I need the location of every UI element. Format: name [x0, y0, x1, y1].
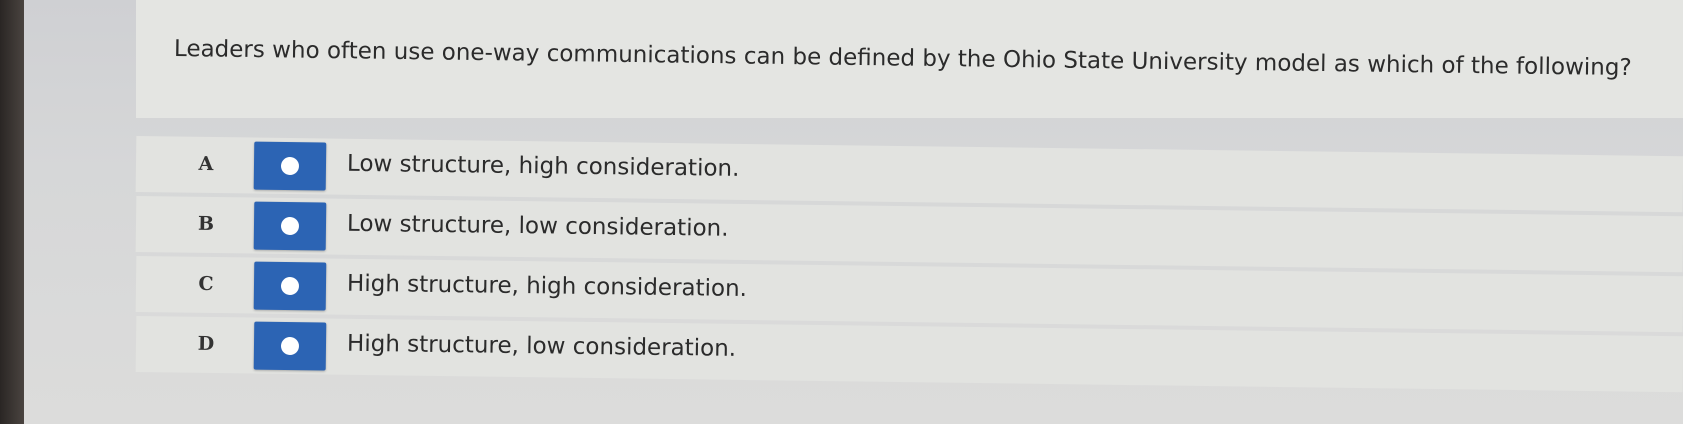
radio-dot-icon [280, 276, 300, 296]
option-letter: C [198, 272, 214, 296]
radio-button-d[interactable] [253, 321, 327, 371]
radio-dot-icon [280, 156, 300, 176]
radio-button-b[interactable] [253, 201, 327, 251]
option-text: Low structure, high consideration. [346, 150, 740, 182]
radio-dot-icon [280, 216, 300, 236]
option-letter: D [197, 332, 215, 356]
option-text: Low structure, low consideration. [346, 210, 729, 242]
quiz-screen: Leaders who often use one-way communicat… [24, 0, 1683, 424]
device-bezel [0, 0, 24, 424]
option-letter: B [197, 212, 215, 236]
radio-button-c[interactable] [253, 261, 327, 311]
radio-button-a[interactable] [253, 141, 327, 191]
radio-dot-icon [280, 336, 300, 356]
option-text: High structure, high consideration. [346, 270, 748, 302]
option-letter: A [198, 152, 214, 176]
option-text: High structure, low consideration. [346, 330, 737, 362]
